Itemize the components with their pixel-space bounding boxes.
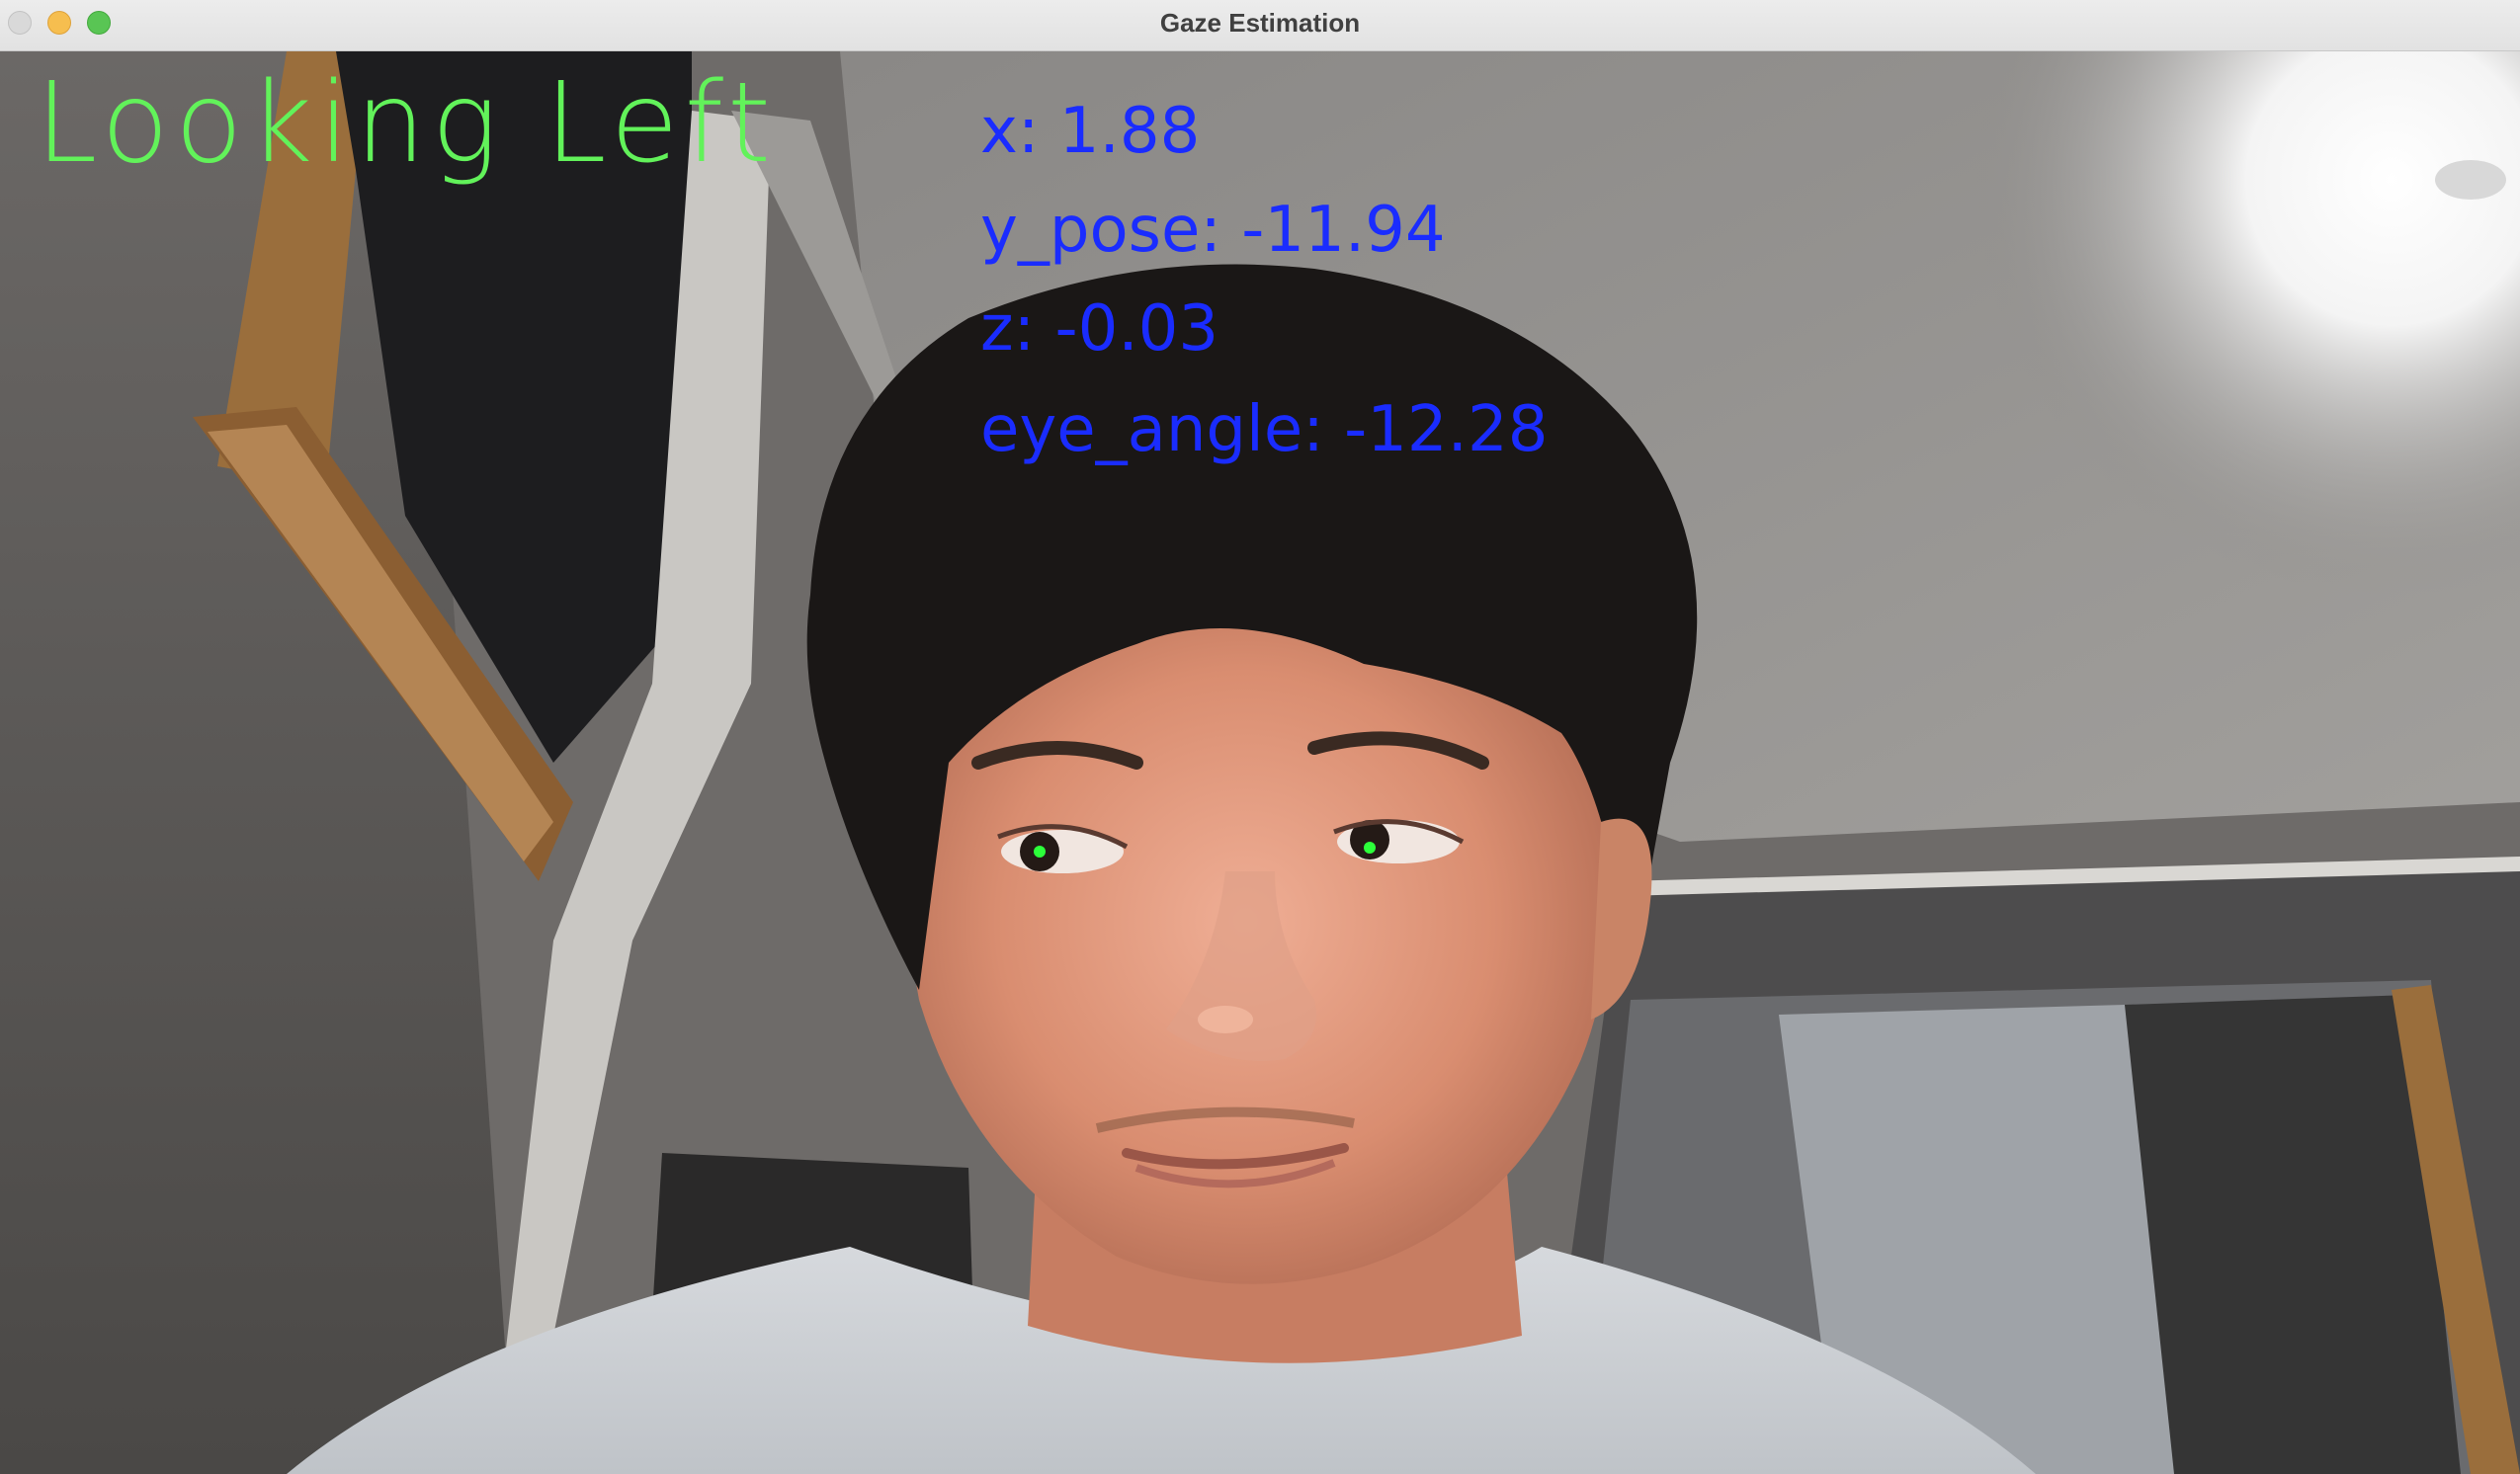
app-window: Gaze Estimation Looking Left x: 1.88 y_p… bbox=[0, 0, 2520, 1474]
metric-y-pose-label: y_pose: bbox=[980, 194, 1221, 267]
camera-frame: Looking Left x: 1.88 y_pose: -11.94 z: -… bbox=[0, 51, 2520, 1474]
metric-x: x: 1.88 bbox=[980, 95, 1200, 168]
metric-z-value: -0.03 bbox=[1054, 292, 1219, 366]
left-eye-marker bbox=[1034, 846, 1046, 858]
metric-eye-angle-label: eye_angle: bbox=[980, 393, 1324, 466]
metric-z: z: -0.03 bbox=[980, 292, 1218, 366]
metric-eye-angle-value: -12.28 bbox=[1344, 393, 1549, 466]
metric-x-label: x: bbox=[980, 95, 1040, 168]
metric-eye-angle: eye_angle: -12.28 bbox=[980, 393, 1548, 466]
metric-y-pose: y_pose: -11.94 bbox=[980, 194, 1446, 267]
window-title: Gaze Estimation bbox=[1159, 8, 1361, 38]
title-bar: Gaze Estimation bbox=[0, 0, 2520, 51]
metric-y-pose-value: -11.94 bbox=[1241, 194, 1446, 267]
right-eye-marker bbox=[1364, 842, 1376, 854]
metric-z-label: z: bbox=[980, 292, 1036, 366]
gaze-status-label: Looking Left bbox=[36, 59, 777, 188]
metric-x-value: 1.88 bbox=[1058, 95, 1201, 168]
